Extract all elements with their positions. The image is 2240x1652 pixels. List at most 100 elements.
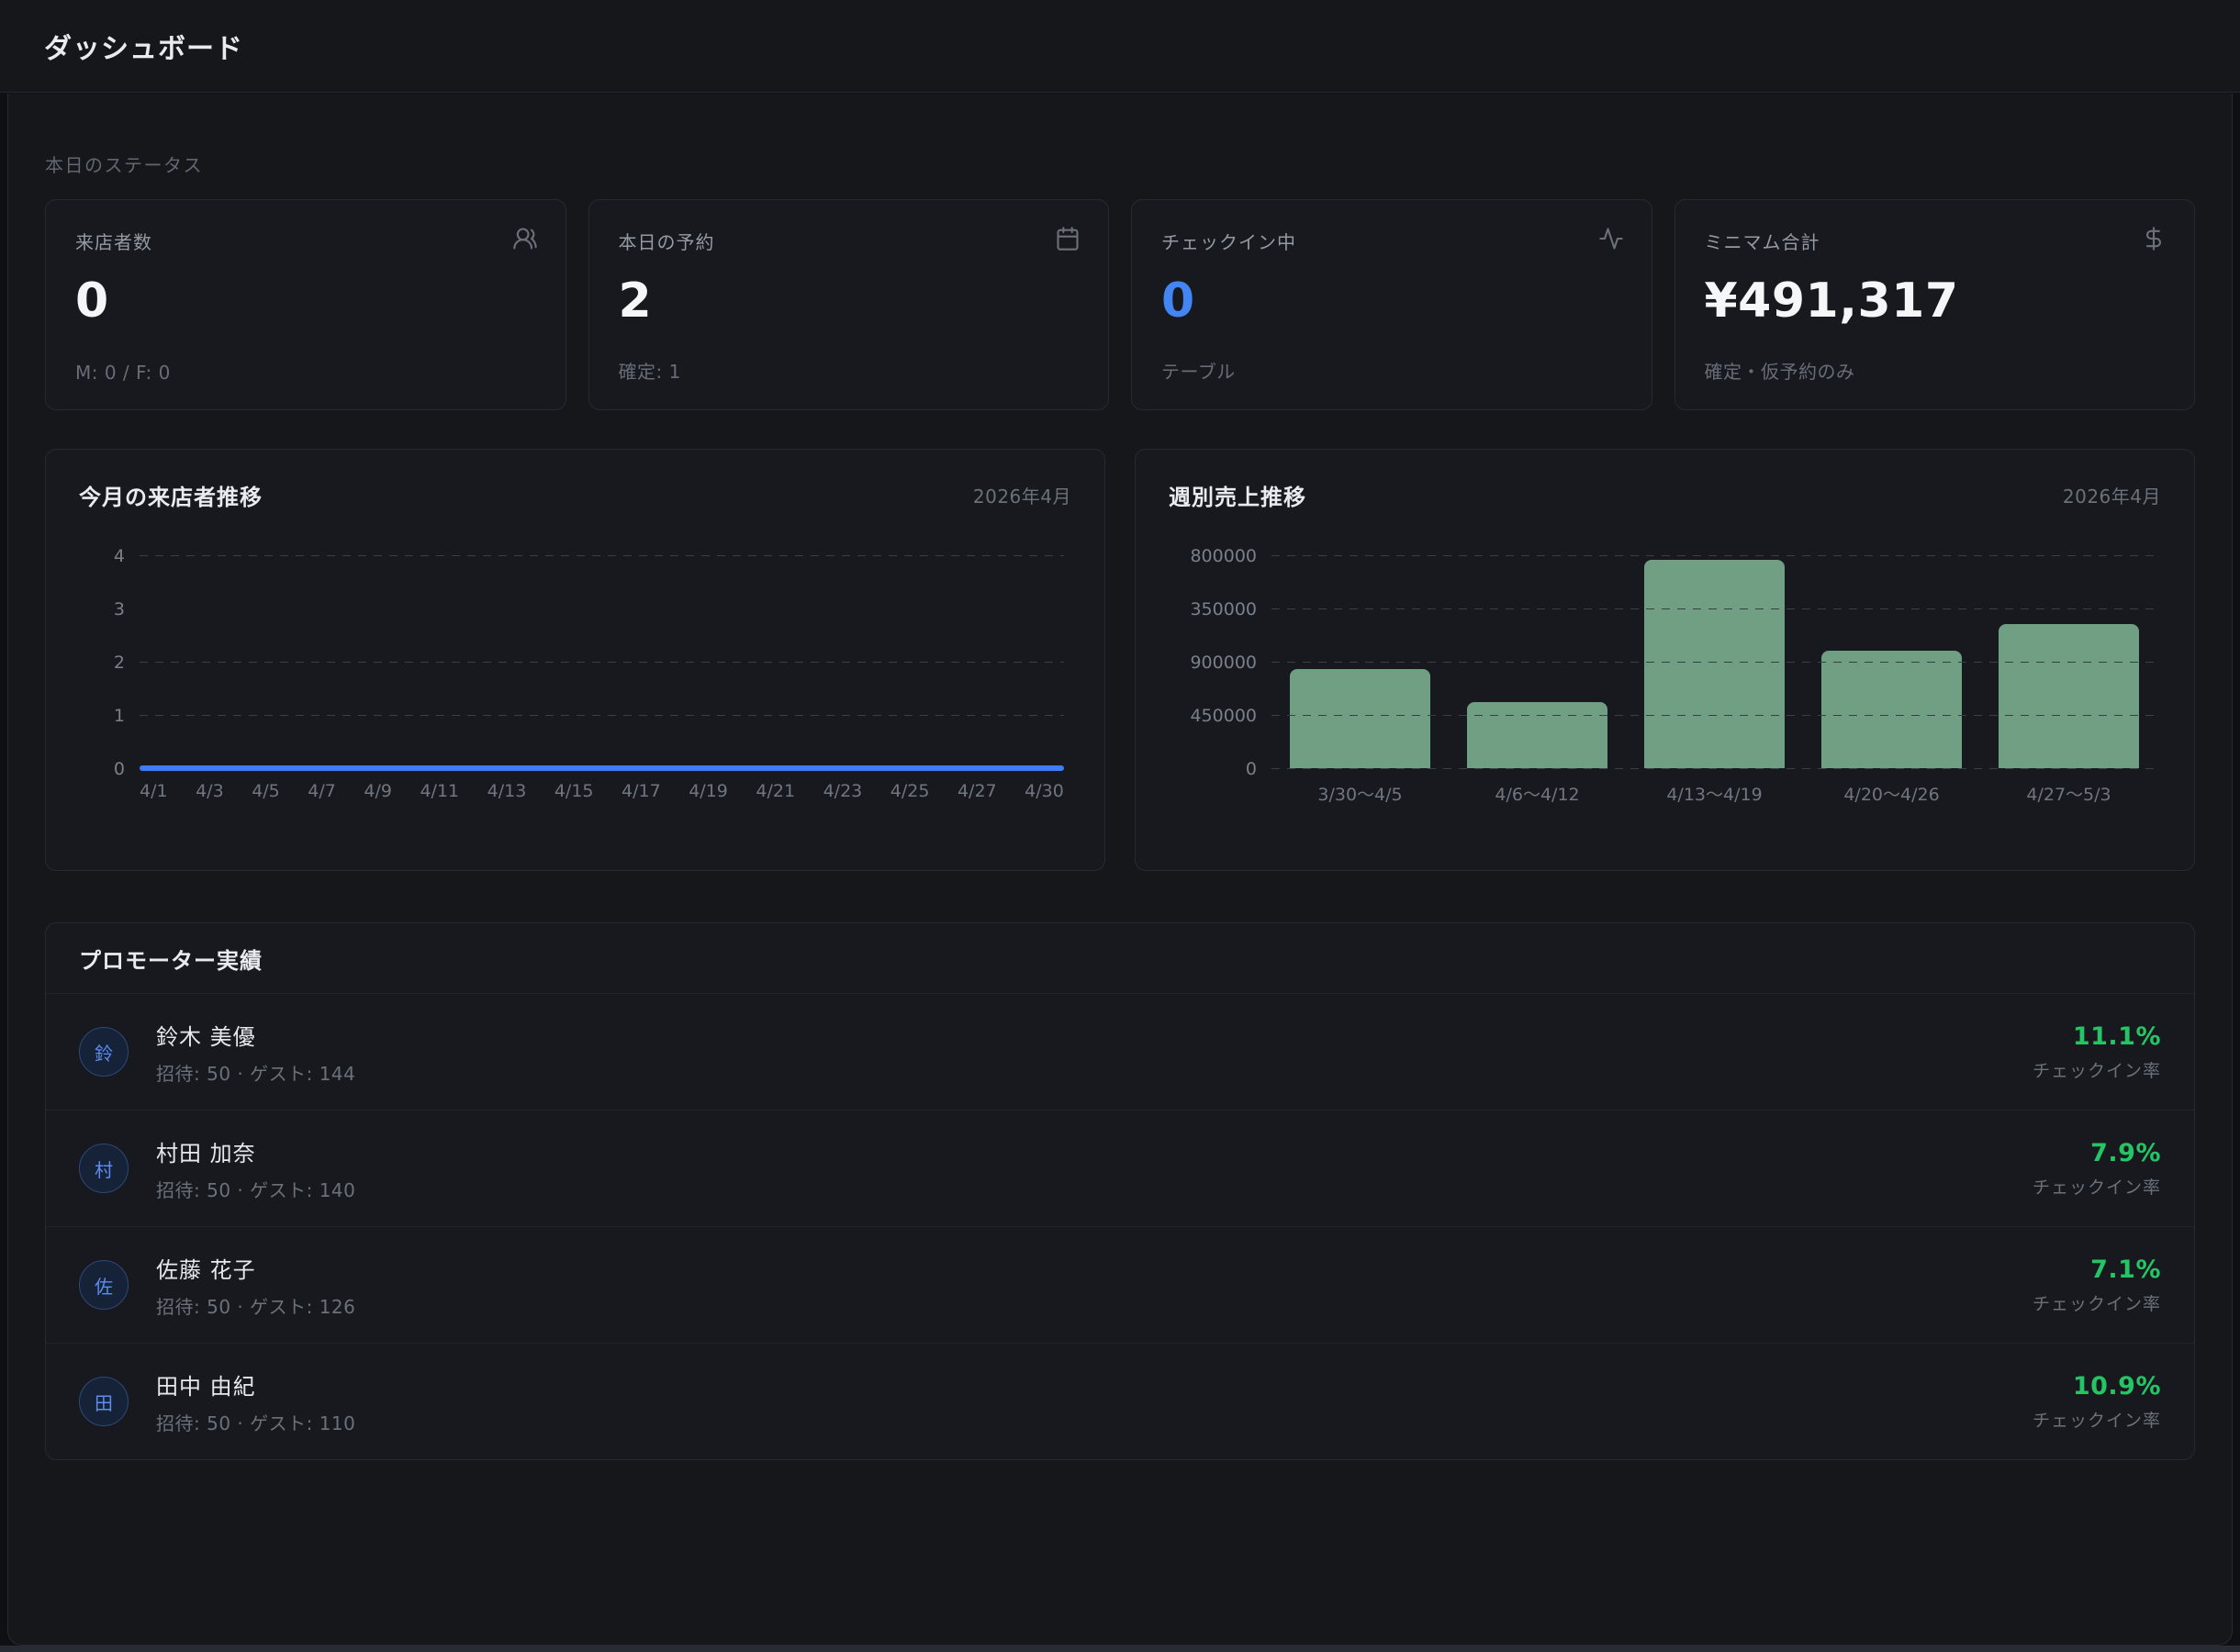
- stat-card-label: 本日の予約: [618, 231, 715, 253]
- line-chart-x-axis: 4/1 4/3 4/5 4/7 4/9 4/11 4/13 4/15 4/17 4/19 4/21 4…: [140, 781, 1064, 801]
- x-tick-label: 4/13〜4/19: [1666, 785, 1763, 805]
- promoter-meta: 招待: 50 · ゲスト: 126: [156, 1295, 356, 1318]
- x-tick-label: 4/3: [196, 781, 224, 801]
- promoter-rate-block: 7.9% チェックイン率: [2033, 1139, 2161, 1199]
- promoter-meta: 招待: 50 · ゲスト: 144: [156, 1062, 356, 1085]
- x-tick-label: 4/30: [1025, 781, 1064, 801]
- promoter-meta: 招待: 50 · ゲスト: 140: [156, 1178, 356, 1201]
- stat-card-subtext: 確定: 1: [618, 361, 681, 383]
- x-tick-label: 4/7: [308, 781, 336, 801]
- stat-card-reservations: 本日の予約 2 確定: 1: [588, 199, 1109, 410]
- x-tick-label: 4/5: [252, 781, 280, 801]
- chart-period: 2026年4月: [972, 486, 1071, 508]
- users-icon: [512, 226, 538, 251]
- avatar: 鈴: [79, 1027, 129, 1077]
- avatar: 田: [79, 1377, 129, 1426]
- promoter-rate-block: 7.1% チェックイン率: [2033, 1256, 2161, 1315]
- bar-chart-plot: 800000 350000 900000 450000 0: [1190, 546, 2157, 779]
- y-gridline: 800000: [1190, 546, 2157, 566]
- stat-card-value: 2: [618, 273, 653, 329]
- sales-bar: [1290, 668, 1430, 768]
- main-panel: 本日のステータス 来店者数 0 M: 0 / F: 0 本日の予約 2 確定: …: [7, 94, 2233, 1646]
- weekly-sales-bar-chart-card: 週別売上推移 2026年4月 800000 350000 900000 450000 0…: [1135, 449, 2195, 871]
- stat-card-value: ¥491,317: [1704, 273, 1959, 329]
- sales-bar: [1644, 560, 1785, 768]
- promoter-row[interactable]: 佐 佐藤 花子 招待: 50 · ゲスト: 126 7.1% チェックイン率: [46, 1227, 2194, 1344]
- promoter-rate-block: 10.9% チェックイン率: [2033, 1372, 2161, 1432]
- status-cards-row: 来店者数 0 M: 0 / F: 0 本日の予約 2 確定: 1 チェックイン中…: [45, 199, 2195, 410]
- checkin-rate-label: チェックイン率: [2032, 1177, 2161, 1198]
- promoter-name: 田中 由紀: [156, 1373, 256, 1400]
- bar-chart-x-axis: 3/30〜4/5 4/6〜4/12 4/13〜4/19 4/20〜4/26 4/27〜5…: [1271, 781, 2157, 806]
- promoter-row[interactable]: 鈴 鈴木 美優 招待: 50 · ゲスト: 144 11.1% チェックイン率: [46, 994, 2194, 1111]
- stat-card-label: 来店者数: [75, 231, 152, 253]
- y-gridline: 900000: [1190, 653, 2157, 673]
- y-gridline: 350000: [1190, 599, 2157, 620]
- y-tick-label: 3: [113, 598, 125, 620]
- sales-bar: [1999, 624, 2139, 768]
- promoter-meta: 招待: 50 · ゲスト: 110: [156, 1412, 356, 1434]
- y-tick-label: 4: [113, 545, 125, 566]
- x-tick-label: 4/1: [140, 781, 168, 801]
- promoter-row[interactable]: 田 田中 由紀 招待: 50 · ゲスト: 110 10.9% チェックイン率: [46, 1344, 2194, 1459]
- checkin-rate-value: 7.1%: [2090, 1255, 2161, 1284]
- y-gridline: 1: [114, 706, 1064, 726]
- chart-header: 週別売上推移 2026年4月: [1169, 479, 2161, 511]
- status-section-label: 本日のステータス: [45, 154, 203, 176]
- promoter-row[interactable]: 村 村田 加奈 招待: 50 · ゲスト: 140 7.9% チェックイン率: [46, 1111, 2194, 1227]
- stat-card-subtext: 確定・仮予約のみ: [1704, 361, 1855, 383]
- x-tick-label: 4/27〜5/3: [2026, 785, 2111, 805]
- stat-card-label: チェックイン中: [1161, 231, 1296, 253]
- x-tick-label: 4/25: [890, 781, 930, 801]
- page-title: ダッシュボード: [44, 33, 243, 65]
- checkin-rate-label: チェックイン率: [2032, 1293, 2161, 1314]
- activity-icon: [1598, 226, 1624, 251]
- sales-bar: [1467, 701, 1607, 768]
- stat-card-value: 0: [1161, 273, 1195, 329]
- y-gridline: 0: [114, 759, 1064, 779]
- app-header: ダッシュボード: [0, 0, 2240, 93]
- stat-card-value: 0: [75, 273, 109, 329]
- avatar: 村: [79, 1144, 129, 1193]
- y-tick-label: 450000: [1190, 705, 1257, 726]
- stat-card-visitors: 来店者数 0 M: 0 / F: 0: [45, 199, 566, 410]
- promoter-identity: 田中 由紀 招待: 50 · ゲスト: 110: [156, 1368, 355, 1435]
- checkin-rate-value: 10.9%: [2072, 1371, 2161, 1401]
- promoter-card-title: プロモーター実績: [46, 923, 2194, 994]
- x-tick-label: 4/23: [823, 781, 863, 801]
- x-tick-label: 4/20〜4/26: [1843, 785, 1940, 805]
- line-chart-plot: 4 3 2 1 0: [114, 546, 1064, 779]
- x-tick-label: 3/30〜4/5: [1317, 785, 1403, 805]
- promoter-identity: 村田 加奈 招待: 50 · ゲスト: 140: [156, 1135, 355, 1202]
- chart-header: 今月の来店者推移 2026年4月: [79, 479, 1071, 511]
- promoter-identity: 鈴木 美優 招待: 50 · ゲスト: 144: [156, 1019, 355, 1086]
- stat-card-label: ミニマム合計: [1704, 231, 1820, 253]
- x-tick-label: 4/11: [420, 781, 460, 801]
- x-tick-label: 4/27: [957, 781, 997, 801]
- promoter-rows: 鈴 鈴木 美優 招待: 50 · ゲスト: 144 11.1% チェックイン率 …: [46, 994, 2194, 1459]
- y-gridline: 0: [1246, 759, 2157, 779]
- chart-title: 今月の来店者推移: [79, 485, 263, 510]
- y-tick-label: 350000: [1190, 598, 1257, 620]
- calendar-icon: [1055, 226, 1081, 251]
- y-tick-label: 0: [1245, 758, 1257, 779]
- checkin-rate-label: チェックイン率: [2032, 1060, 2161, 1081]
- visitors-line-chart-card: 今月の来店者推移 2026年4月 4 3 2 1 0 4/1 4/3 4/5 4/7 4/9 4/…: [45, 449, 1105, 871]
- x-tick-label: 4/9: [364, 781, 392, 801]
- promoter-identity: 佐藤 花子 招待: 50 · ゲスト: 126: [156, 1252, 355, 1319]
- chart-period: 2026年4月: [2062, 486, 2161, 508]
- window-bottom-edge: [0, 1646, 2240, 1652]
- x-tick-label: 4/17: [622, 781, 661, 801]
- y-gridline: 4: [114, 546, 1064, 566]
- y-tick-label: 800000: [1190, 545, 1257, 566]
- x-tick-label: 4/21: [756, 781, 796, 801]
- checkin-rate-value: 11.1%: [2072, 1021, 2161, 1051]
- promoter-name: 佐藤 花子: [156, 1256, 256, 1283]
- stat-card-minimum-total: ミニマム合計 ¥491,317 確定・仮予約のみ: [1674, 199, 2195, 410]
- promoter-name: 村田 加奈: [156, 1140, 256, 1166]
- charts-row: 今月の来店者推移 2026年4月 4 3 2 1 0 4/1 4/3 4/5 4/7 4/9 4/…: [45, 449, 2195, 871]
- stat-card-subtext: M: 0 / F: 0: [75, 362, 171, 384]
- y-tick-label: 2: [113, 652, 125, 673]
- checkin-rate-label: チェックイン率: [2032, 1410, 2161, 1431]
- promoter-performance-card: プロモーター実績 鈴 鈴木 美優 招待: 50 · ゲスト: 144 11.1%…: [45, 922, 2195, 1460]
